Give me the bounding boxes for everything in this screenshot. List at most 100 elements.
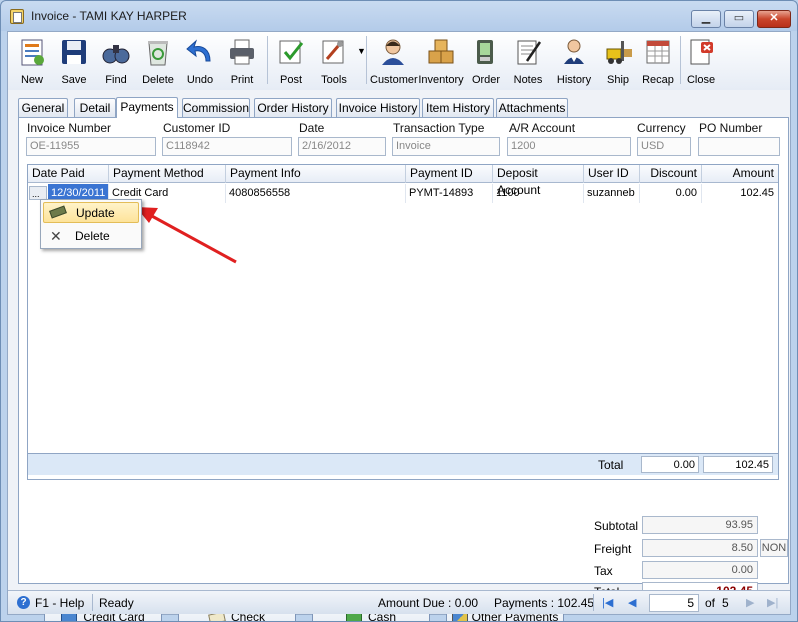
notepad-icon	[513, 37, 543, 67]
tab-commission[interactable]: Commission	[182, 98, 250, 118]
toolbar-separator	[267, 36, 268, 84]
toolbar-ship-button[interactable]: Ship	[598, 34, 638, 88]
tab-invoice-history[interactable]: Invoice History	[336, 98, 420, 118]
tab-attachments[interactable]: Attachments	[496, 98, 568, 118]
po-number-field[interactable]	[698, 137, 780, 156]
payment-info-cell[interactable]: 4080856558	[226, 184, 406, 203]
payments-panel: Invoice Number OE-11955 Customer ID C118…	[18, 117, 789, 621]
toolbar-print-label: Print	[230, 74, 254, 86]
toolbar-customer-button[interactable]: Customer	[370, 34, 418, 88]
column-amount[interactable]: Amount	[702, 165, 778, 183]
column-user-id[interactable]: User ID	[584, 165, 640, 183]
toolbar-delete-button[interactable]: Delete	[138, 34, 178, 88]
toolbar-close-label: Close	[686, 74, 716, 86]
maximize-button[interactable]: ▭	[724, 10, 754, 28]
toolbar-notes-button[interactable]: Notes	[508, 34, 548, 88]
title-bar: Invoice - TAMI KAY HARPER ▁ ▭ ✕	[1, 1, 797, 31]
transaction-type-field[interactable]: Invoice	[392, 137, 500, 156]
toolbar-tools-button[interactable]: ▼ Tools	[313, 34, 366, 88]
total-pages: 5	[722, 596, 729, 610]
prev-page-icon[interactable]: ◀	[628, 596, 636, 609]
first-page-icon[interactable]: |◀	[602, 596, 613, 609]
last-page-icon[interactable]: ▶|	[767, 596, 778, 609]
row-context-menu: Update ✕ Delete	[40, 199, 142, 249]
chevron-down-icon[interactable]: ▼	[357, 46, 366, 56]
ar-account-field[interactable]: 1200	[507, 137, 631, 156]
toolbar-inventory-button[interactable]: Inventory	[418, 34, 464, 88]
po-number-label: PO Number	[699, 121, 763, 135]
status-bar: ? F1 - Help Ready Amount Due : 0.00 Paym…	[8, 590, 790, 614]
menu-item-delete-label: Delete	[75, 229, 110, 243]
tab-detail[interactable]: Detail	[74, 98, 116, 118]
deposit-account-cell[interactable]: 1100	[493, 184, 584, 203]
toolbar-new-button[interactable]: New	[12, 34, 52, 88]
undo-arrow-icon	[185, 37, 215, 67]
grid-header: Date Paid Payment Method Payment Info Pa…	[28, 165, 778, 197]
order-icon	[471, 37, 501, 67]
currency-label: Currency	[637, 121, 686, 135]
toolbar-print-button[interactable]: Print	[222, 34, 262, 88]
invoice-window: Invoice - TAMI KAY HARPER ▁ ▭ ✕ New Save	[0, 0, 798, 622]
currency-field[interactable]: USD	[637, 137, 691, 156]
floppy-disk-icon	[59, 37, 89, 67]
discount-cell[interactable]: 0.00	[640, 184, 702, 203]
column-payment-info[interactable]: Payment Info	[226, 165, 406, 183]
amount-due: Amount Due : 0.00	[378, 596, 479, 610]
toolbar-undo-label: Undo	[186, 74, 214, 86]
printer-icon	[227, 37, 257, 67]
column-discount[interactable]: Discount	[640, 165, 702, 183]
column-deposit-account[interactable]: Deposit Account	[493, 165, 584, 197]
column-payment-method[interactable]: Payment Method	[109, 165, 226, 183]
column-date-paid[interactable]: Date Paid	[28, 165, 109, 183]
toolbar-save-button[interactable]: Save	[54, 34, 94, 88]
toolbar-inventory-label: Inventory	[418, 74, 464, 86]
toolbar-order-label: Order	[471, 74, 501, 86]
tab-item-history[interactable]: Item History	[422, 98, 494, 118]
user-id-cell[interactable]: suzanneb	[584, 184, 640, 203]
toolbar-save-label: Save	[61, 74, 87, 86]
toolbar-separator	[366, 36, 367, 84]
page-number-input[interactable]: 5	[649, 594, 699, 612]
toolbar-recap-label: Recap	[642, 74, 674, 86]
date-label: Date	[299, 121, 325, 135]
recap-table-icon	[643, 37, 673, 67]
toolbar-history-button[interactable]: History	[552, 34, 596, 88]
freight-label: Freight	[594, 542, 632, 556]
toolbar-notes-label: Notes	[513, 74, 543, 86]
freight-value[interactable]: 8.50	[642, 539, 758, 557]
toolbar-recap-button[interactable]: Recap	[638, 34, 678, 88]
toolbar-find-button[interactable]: Find	[96, 34, 136, 88]
status-divider	[92, 594, 93, 611]
binoculars-icon	[101, 37, 131, 67]
menu-item-delete[interactable]: ✕ Delete	[43, 226, 139, 247]
tools-icon	[319, 37, 349, 67]
menu-item-update[interactable]: Update	[43, 202, 139, 223]
date-field[interactable]: 2/16/2012	[298, 137, 386, 156]
row-ellipsis-button[interactable]: ...	[29, 186, 47, 200]
minimize-button[interactable]: ▁	[691, 10, 721, 28]
close-window-button[interactable]: ✕	[757, 10, 791, 28]
toolbar-order-button[interactable]: Order	[466, 34, 506, 88]
tab-general[interactable]: General	[18, 98, 68, 118]
next-page-icon[interactable]: ▶	[746, 596, 754, 609]
close-door-icon	[686, 37, 716, 67]
payments-total: Payments : 102.45	[494, 596, 595, 610]
grid-total-discount: 0.00	[641, 456, 699, 473]
column-payment-id[interactable]: Payment ID	[406, 165, 493, 183]
freight-term-field[interactable]: NON	[760, 539, 788, 557]
payment-id-cell[interactable]: PYMT-14893	[406, 184, 493, 203]
help-icon[interactable]: ?	[17, 596, 30, 609]
customer-id-field[interactable]: C118942	[162, 137, 292, 156]
toolbar-history-label: History	[556, 74, 592, 86]
toolbar-undo-button[interactable]: Undo	[180, 34, 220, 88]
amount-cell[interactable]: 102.45	[702, 184, 778, 203]
grid-total-amount: 102.45	[703, 456, 773, 473]
help-label[interactable]: F1 - Help	[35, 596, 84, 610]
tab-order-history[interactable]: Order History	[254, 98, 332, 118]
toolbar-close-button[interactable]: Close	[681, 34, 721, 88]
invoice-number-field[interactable]: OE-11955	[26, 137, 156, 156]
status-divider	[593, 594, 594, 611]
toolbar-ship-label: Ship	[606, 74, 630, 86]
toolbar-find-label: Find	[105, 74, 127, 86]
tab-payments[interactable]: Payments	[116, 97, 178, 118]
